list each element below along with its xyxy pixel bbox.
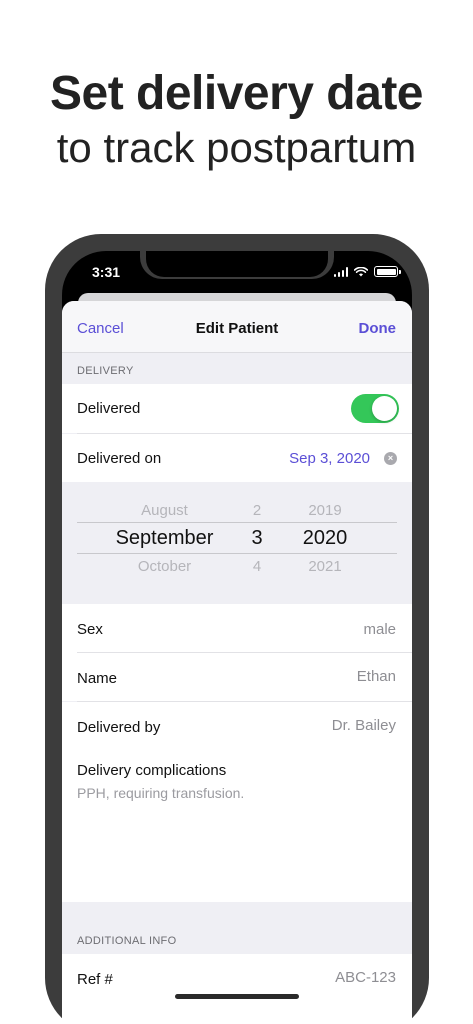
status-icons — [334, 266, 401, 277]
headline-line-1: Set delivery date — [49, 67, 424, 120]
picker-month-prev[interactable]: August — [92, 502, 237, 519]
delivery-complications-label: Delivery complications — [77, 762, 227, 779]
sex-label: Sex — [77, 621, 103, 638]
home-indicator[interactable] — [175, 994, 299, 999]
ref-value[interactable]: ABC-123 — [335, 969, 396, 986]
picker-year-prev[interactable]: 2019 — [290, 502, 360, 519]
delivered-row: Delivered — [62, 384, 412, 433]
navigation-bar: Cancel Edit Patient Done — [62, 301, 412, 353]
section-header-additional-info: ADDITIONAL INFO — [77, 935, 177, 947]
picker-year-selected[interactable]: 2020 — [290, 527, 360, 550]
delivered-by-label: Delivered by — [77, 719, 161, 736]
delivered-toggle[interactable] — [351, 394, 399, 423]
name-row[interactable]: Name Ethan — [62, 653, 412, 701]
picker-selection-line-top — [77, 522, 397, 523]
section-header-delivery: DELIVERY — [77, 365, 134, 377]
picker-year-next[interactable]: 2021 — [290, 558, 360, 575]
ref-label: Ref # — [77, 971, 113, 988]
delivery-complications-text[interactable]: PPH, requiring transfusion. — [77, 785, 244, 801]
delivered-by-row[interactable]: Delivered by Dr. Bailey — [62, 702, 412, 750]
delivered-by-value[interactable]: Dr. Bailey — [332, 717, 396, 734]
picker-month-next[interactable]: October — [92, 558, 237, 575]
clear-date-icon[interactable]: × — [384, 452, 397, 465]
delivered-on-row[interactable]: Delivered on Sep 3, 2020 × — [62, 434, 412, 482]
name-label: Name — [77, 670, 118, 687]
edit-patient-sheet: Cancel Edit Patient Done DELIVERY Delive… — [62, 301, 412, 1024]
battery-icon — [374, 266, 401, 277]
picker-selection-line-bottom — [77, 553, 397, 554]
phone-notch-inner — [146, 251, 328, 277]
picker-day-next[interactable]: 4 — [242, 558, 272, 575]
picker-month-selected[interactable]: September — [92, 527, 237, 550]
picker-day-selected[interactable]: 3 — [242, 527, 272, 550]
cellular-signal-icon — [334, 266, 348, 277]
done-button[interactable]: Done — [359, 320, 397, 337]
sex-row[interactable]: Sex male — [62, 604, 412, 653]
picker-day-prev[interactable]: 2 — [242, 502, 272, 519]
delivery-complications-field[interactable]: Delivery complications PPH, requiring tr… — [62, 750, 412, 902]
wifi-icon — [354, 266, 368, 276]
date-picker[interactable]: August September October 2 3 4 2019 2020… — [62, 482, 412, 604]
name-value[interactable]: Ethan — [357, 668, 396, 685]
delivered-label: Delivered — [77, 400, 141, 417]
delivered-on-value[interactable]: Sep 3, 2020 — [289, 450, 370, 467]
status-time: 3:31 — [92, 264, 121, 280]
ref-row[interactable]: Ref # ABC-123 — [62, 954, 412, 1024]
sex-value[interactable]: male — [363, 621, 396, 638]
toggle-knob — [372, 396, 397, 421]
headline-line-2: to track postpartum — [56, 124, 417, 171]
delivered-on-label: Delivered on — [77, 450, 162, 467]
